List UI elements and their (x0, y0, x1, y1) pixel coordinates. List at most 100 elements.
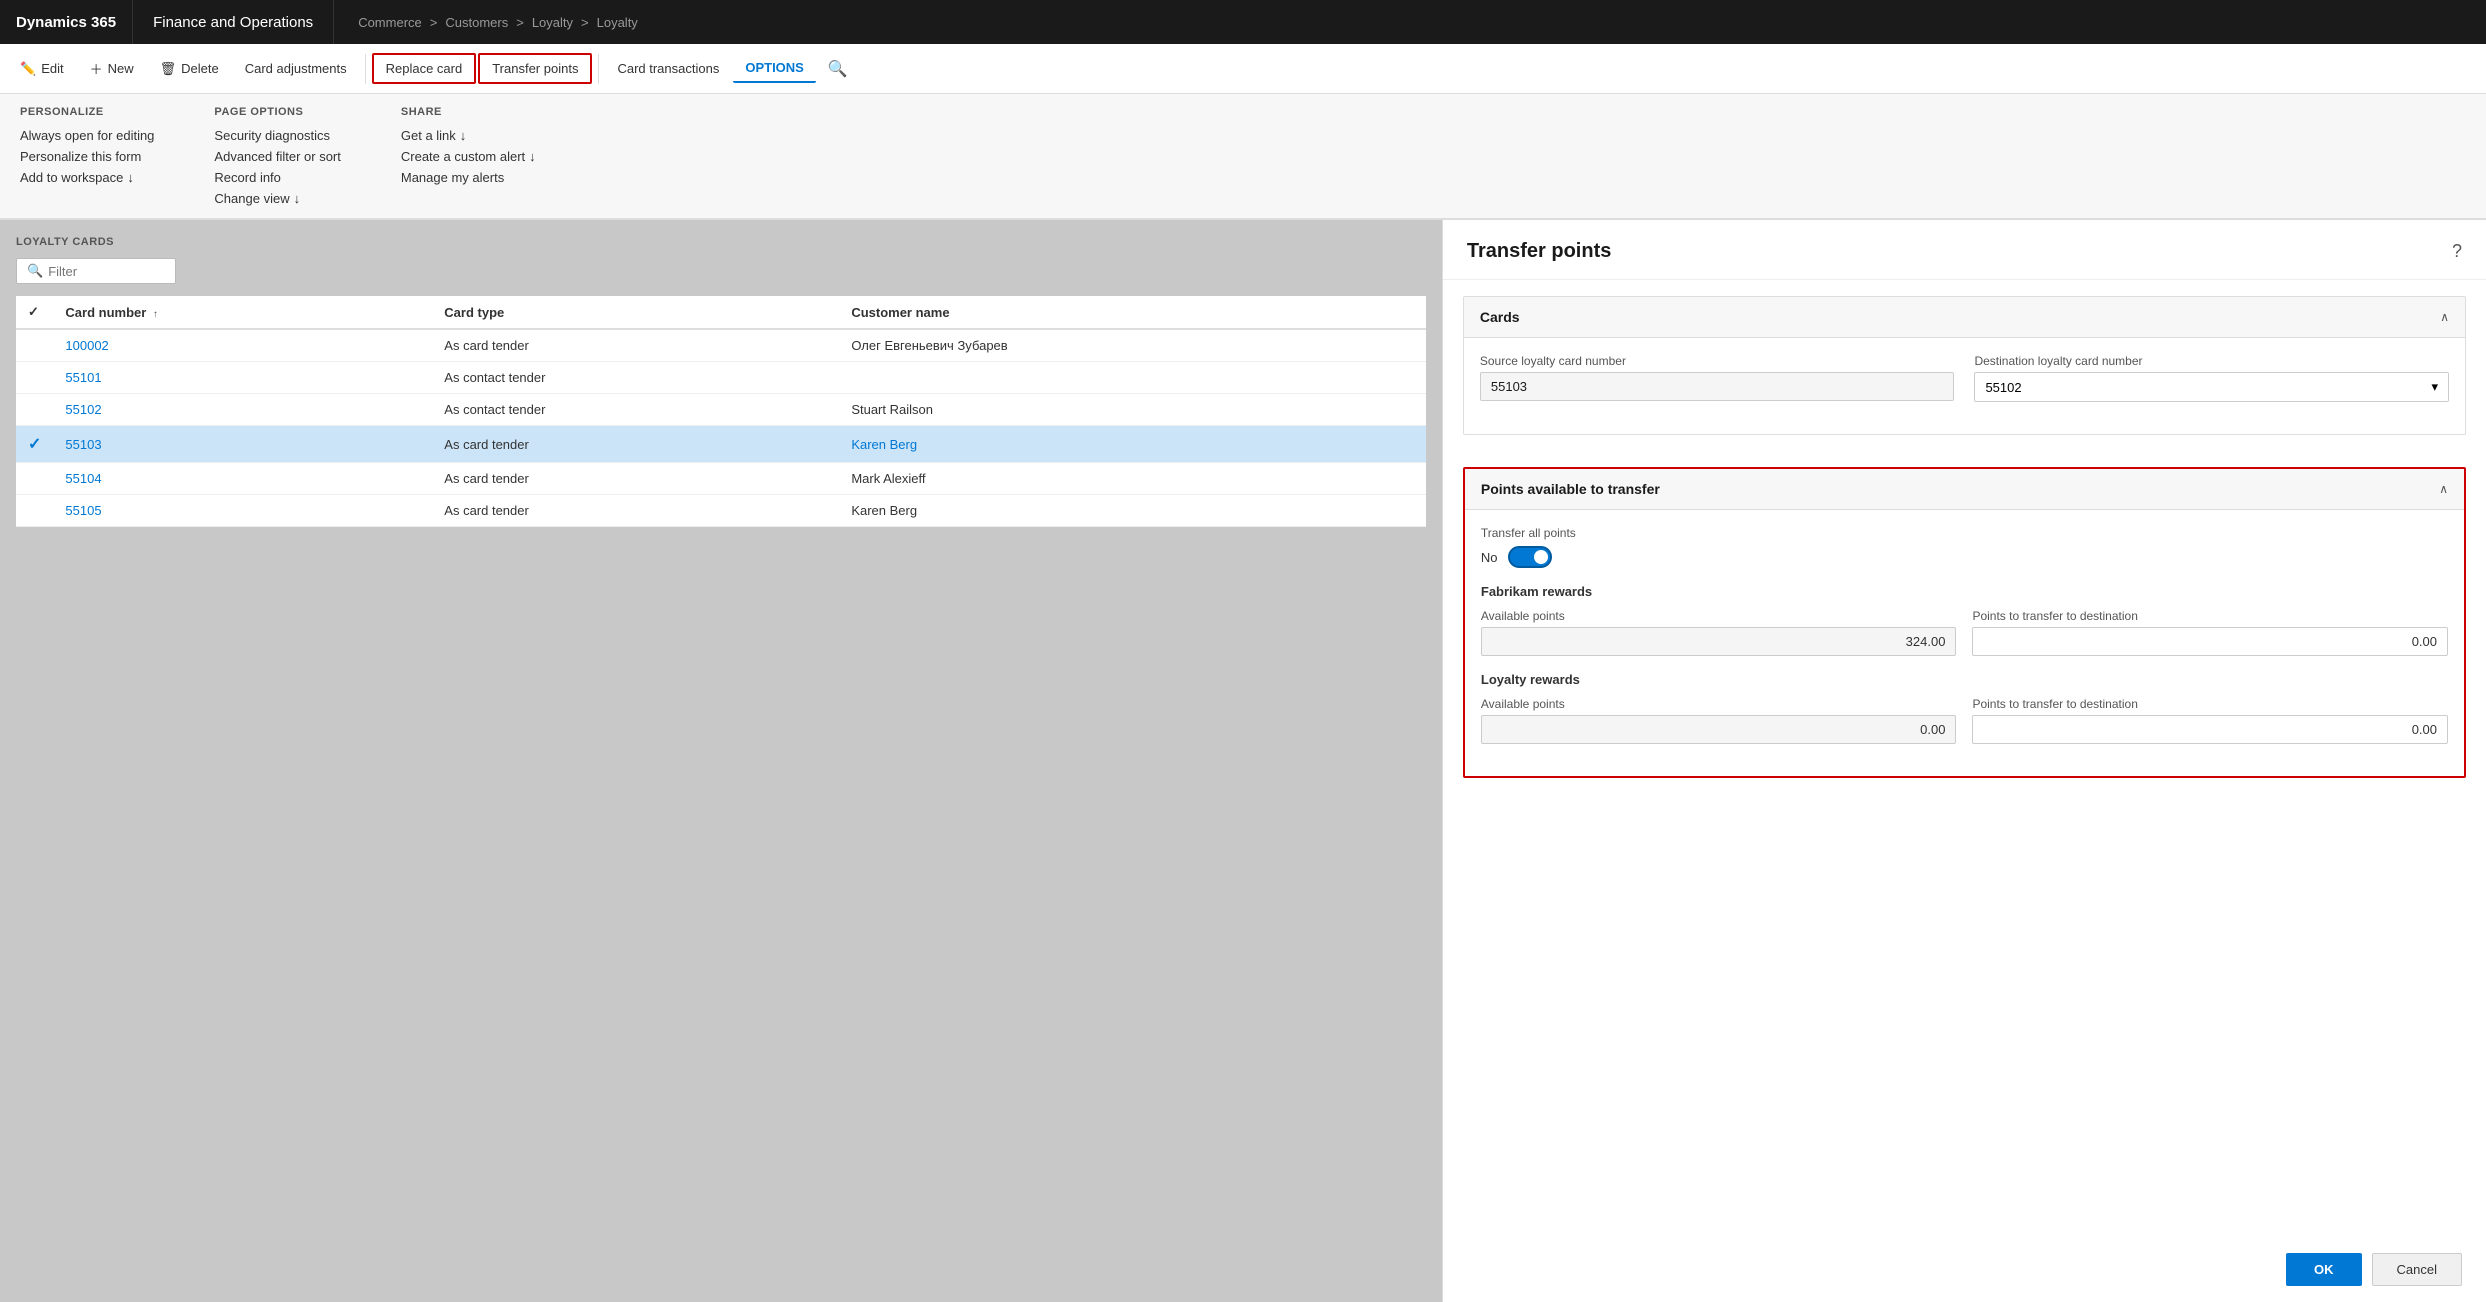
card-type-cell: As card tender (432, 426, 839, 463)
card-number-link[interactable]: 55104 (65, 471, 101, 486)
search-button[interactable]: 🔍 (818, 53, 858, 85)
help-icon[interactable]: ? (2452, 241, 2462, 262)
points-available-body: Transfer all points No Fabrikam rewards … (1465, 510, 2464, 776)
card-type-header: Card type (432, 296, 839, 329)
transfer-all-toggle[interactable] (1508, 546, 1552, 568)
row-checkbox (16, 394, 53, 426)
fabrikam-transfer-field: Points to transfer to destination (1972, 609, 2448, 656)
card-number-header: Card number ↑ (53, 296, 432, 329)
row-checkbox (16, 362, 53, 394)
loyalty-rewards-section: Loyalty rewards Available points 0.00 Po… (1481, 672, 2448, 744)
fabrikam-available-input: 324.00 (1481, 627, 1957, 656)
manage-my-alerts-link[interactable]: Manage my alerts (401, 170, 536, 185)
divider2 (598, 54, 599, 84)
card-type-cell: As contact tender (432, 394, 839, 426)
customer-name-cell: Stuart Railson (839, 394, 1426, 426)
chevron-up-icon: ∧ (2440, 310, 2449, 324)
loyalty-points-row: Available points 0.00 Points to transfer… (1481, 697, 2448, 744)
card-transactions-button[interactable]: Card transactions (605, 55, 731, 82)
card-number-link[interactable]: 55105 (65, 503, 101, 518)
loyalty-available-field: Available points 0.00 (1481, 697, 1957, 744)
loyalty-transfer-input[interactable] (1972, 715, 2448, 744)
card-number-link[interactable]: 55103 (65, 437, 101, 452)
app-text: Finance and Operations (153, 14, 313, 31)
edit-button[interactable]: ✏️ Edit (8, 55, 76, 83)
destination-card-input[interactable]: 55102 ▾ (1974, 372, 2449, 402)
plus-icon: ＋ (90, 59, 103, 78)
loyalty-cards-title: LOYALTY CARDS (16, 236, 1426, 248)
points-available-header[interactable]: Points available to transfer ∧ (1465, 469, 2464, 510)
dropdown-panel: PERSONALIZE Always open for editing Pers… (0, 94, 2486, 220)
customer-name-cell: Олег Евгеньевич Зубарев (839, 329, 1426, 362)
card-number-link[interactable]: 55102 (65, 402, 101, 417)
cards-section-body: Source loyalty card number 55103 Destina… (1464, 338, 2465, 434)
transfer-all-label: Transfer all points (1481, 526, 2448, 540)
fabrikam-transfer-input[interactable] (1972, 627, 2448, 656)
create-custom-alert-link[interactable]: Create a custom alert ↓ (401, 149, 536, 164)
table-row[interactable]: ✓ 55103 As card tender Karen Berg (16, 426, 1426, 463)
options-tab[interactable]: OPTIONS (733, 54, 816, 83)
transfer-all-toggle-row: Transfer all points No (1481, 526, 2448, 568)
filter-bar: 🔍 (16, 258, 176, 284)
loyalty-available-label: Available points (1481, 697, 1957, 711)
fabrikam-available-field: Available points 324.00 (1481, 609, 1957, 656)
card-number-link[interactable]: 100002 (65, 338, 108, 353)
table-row[interactable]: 55104 As card tender Mark Alexieff (16, 463, 1426, 495)
customer-name-cell: Mark Alexieff (839, 463, 1426, 495)
left-panel: LOYALTY CARDS 🔍 ✓ Card number ↑ Card typ… (0, 220, 1442, 1302)
get-a-link-link[interactable]: Get a link ↓ (401, 128, 536, 143)
table-row[interactable]: 100002 As card tender Олег Евгеньевич Зу… (16, 329, 1426, 362)
cancel-button[interactable]: Cancel (2372, 1253, 2462, 1286)
dropdown-arrow-icon: ▾ (2431, 379, 2438, 395)
cards-section-header[interactable]: Cards ∧ (1464, 297, 2465, 338)
card-number-link[interactable]: 55101 (65, 370, 101, 385)
delete-button[interactable]: 🗑 Delete (148, 55, 231, 83)
card-type-cell: As card tender (432, 495, 839, 527)
always-open-link[interactable]: Always open for editing (20, 128, 154, 143)
source-card-label: Source loyalty card number (1480, 354, 1955, 368)
add-to-workspace-link[interactable]: Add to workspace ↓ (20, 170, 154, 185)
loyalty-table: ✓ Card number ↑ Card type Customer name … (16, 296, 1426, 527)
points-available-title: Points available to transfer (1481, 481, 1660, 497)
customer-name-header: Customer name (839, 296, 1426, 329)
source-card-field: Source loyalty card number 55103 (1480, 354, 1955, 402)
table-row[interactable]: 55102 As contact tender Stuart Railson (16, 394, 1426, 426)
card-type-cell: As contact tender (432, 362, 839, 394)
card-type-cell: As card tender (432, 463, 839, 495)
fabrikam-transfer-label: Points to transfer to destination (1972, 609, 2448, 623)
delete-icon: 🗑 (160, 61, 177, 77)
breadcrumb: Commerce > Customers > Loyalty > Loyalty (334, 0, 662, 44)
personalize-section: PERSONALIZE Always open for editing Pers… (20, 106, 154, 206)
change-view-link[interactable]: Change view ↓ (214, 191, 340, 206)
record-info-link[interactable]: Record info (214, 170, 340, 185)
cards-section: Cards ∧ Source loyalty card number 55103… (1463, 296, 2466, 435)
customer-name-cell: Karen Berg (839, 495, 1426, 527)
action-bar: ✏️ Edit ＋ New 🗑 Delete Card adjustments … (0, 44, 2486, 94)
customer-name-cell: Karen Berg (839, 426, 1426, 463)
ok-button[interactable]: OK (2286, 1253, 2362, 1286)
personalize-form-link[interactable]: Personalize this form (20, 149, 154, 164)
top-navigation: Dynamics 365 Finance and Operations Comm… (0, 0, 2486, 44)
transfer-points-title: Transfer points (1467, 240, 1611, 263)
brand-logo[interactable]: Dynamics 365 (0, 0, 133, 44)
security-diagnostics-link[interactable]: Security diagnostics (214, 128, 340, 143)
card-adjustments-button[interactable]: Card adjustments (233, 55, 359, 82)
share-title: SHARE (401, 106, 536, 118)
advanced-filter-link[interactable]: Advanced filter or sort (214, 149, 340, 164)
new-button[interactable]: ＋ New (78, 53, 146, 84)
brand-text: Dynamics 365 (16, 14, 116, 31)
transfer-points-button[interactable]: Transfer points (478, 53, 592, 84)
app-name[interactable]: Finance and Operations (133, 0, 334, 44)
main-content: LOYALTY CARDS 🔍 ✓ Card number ↑ Card typ… (0, 220, 2486, 1302)
cards-section-title: Cards (1480, 309, 1520, 325)
filter-input[interactable] (48, 264, 168, 279)
row-checkbox: ✓ (16, 426, 53, 463)
page-options-section: PAGE OPTIONS Security diagnostics Advanc… (214, 106, 340, 206)
row-checkbox (16, 329, 53, 362)
right-panel-footer: OK Cancel (1443, 1237, 2486, 1302)
replace-card-button[interactable]: Replace card (372, 53, 477, 84)
filter-icon: 🔍 (27, 263, 43, 279)
table-row[interactable]: 55101 As contact tender (16, 362, 1426, 394)
personalize-title: PERSONALIZE (20, 106, 154, 118)
table-row[interactable]: 55105 As card tender Karen Berg (16, 495, 1426, 527)
